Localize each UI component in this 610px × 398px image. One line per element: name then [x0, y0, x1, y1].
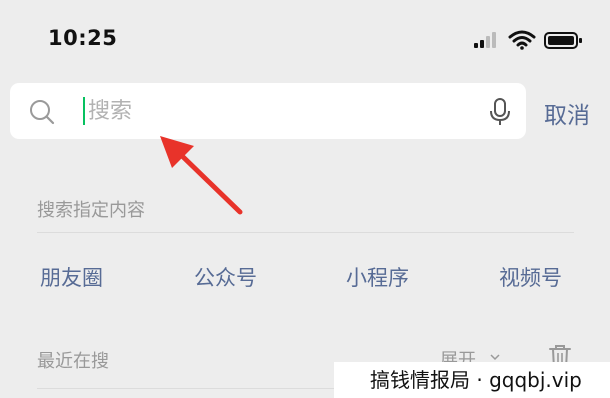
divider	[37, 232, 574, 233]
shortcut-mini-programs[interactable]: 小程序	[346, 262, 409, 292]
recent-search-title: 最近在搜	[37, 351, 109, 372]
chevron-down-icon[interactable]	[489, 352, 501, 362]
specified-search-title: 搜索指定内容	[37, 200, 145, 221]
shortcut-channels[interactable]: 视频号	[499, 262, 562, 292]
shortcut-official-accounts[interactable]: 公众号	[194, 262, 257, 292]
watermark: 搞钱情报局 · gqqbj.vip	[334, 362, 610, 398]
shortcut-moments[interactable]: 朋友圈	[40, 262, 103, 292]
